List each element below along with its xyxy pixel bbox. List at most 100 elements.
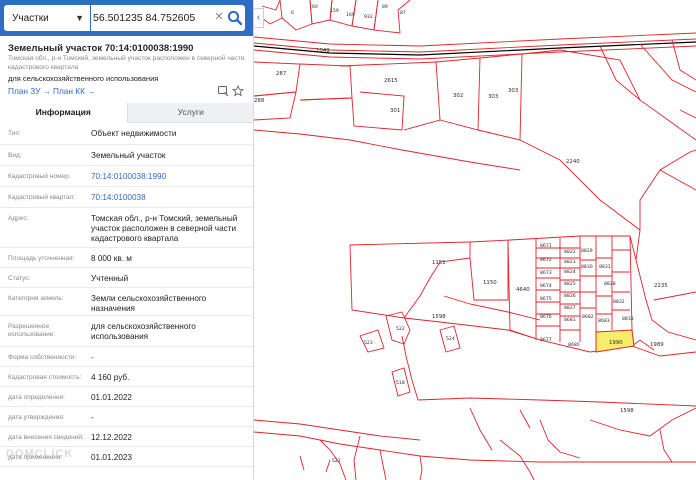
property-row: дата внесения сведений: 12.12.2022 <box>0 427 253 447</box>
map-label: 8826 <box>564 293 576 299</box>
property-label: Кадастровый номер: <box>8 173 71 180</box>
map-label: 303 <box>508 88 518 94</box>
property-label: дата внесения сведений: <box>8 434 84 441</box>
search-input[interactable] <box>93 9 211 27</box>
map-label: 8671 <box>540 243 552 249</box>
property-label: Кадастровый квартал: <box>8 194 76 201</box>
property-label: Адрес: <box>8 215 29 222</box>
search-button[interactable] <box>226 9 244 27</box>
object-address: Томская обл., р-н Томский, земельный уча… <box>8 55 245 71</box>
search-type-label: Участки <box>12 12 49 24</box>
map-label: 8681 <box>564 317 576 323</box>
property-row: Разрешенное использование: для сельскохоз… <box>0 316 253 347</box>
map-label: 8831 <box>599 264 611 270</box>
map-label: 8683 <box>598 318 610 324</box>
property-value-link[interactable]: 70:14:0100038:1990 <box>91 172 249 182</box>
property-row: Статус: Учтенный <box>0 268 253 288</box>
property-value: для сельскохозяйственного использования <box>91 322 196 341</box>
property-label: дата утверждения: <box>8 414 65 421</box>
map-label: 1151 <box>432 260 446 266</box>
map-label: 301 <box>390 108 400 114</box>
tab-info[interactable]: Информация <box>0 103 127 123</box>
print-icon[interactable] <box>217 84 229 97</box>
map-label: 89 <box>382 4 388 10</box>
property-value: Земли сельскохозяйственного назначения <box>91 294 207 313</box>
map-label: 8682 <box>582 314 594 320</box>
map-label: 523 <box>364 340 373 346</box>
map-label: 8676 <box>540 314 552 320</box>
property-value: 4 160 руб. <box>91 373 130 382</box>
map-label: 8674 <box>540 283 552 289</box>
tabs: Информация Услуги <box>0 103 253 123</box>
map-label: 2240 <box>566 159 580 165</box>
map-label: 8832 <box>613 299 625 305</box>
map-label: 169 <box>346 12 355 18</box>
map-label: 521 <box>332 458 341 464</box>
map-label: 2615 <box>384 78 398 84</box>
property-row: Кадастровая стоимость: 4 160 руб. <box>0 367 253 387</box>
map-label: 303 <box>488 94 498 100</box>
map-label: 8677 <box>540 337 552 343</box>
property-value: 8 000 кв. м <box>91 254 132 263</box>
map-label: 8680 <box>568 342 580 348</box>
map-label: 4640 <box>516 287 530 293</box>
property-value: Учтенный <box>91 274 129 283</box>
map-label: 60 <box>312 4 318 10</box>
property-row: Вид: Земельный участок <box>0 145 253 166</box>
road-line-1 <box>254 32 696 47</box>
map-label: 1990 <box>609 340 623 346</box>
map-canvas[interactable]: 1049 287 2615 301 302 303 303 288 2240 1… <box>254 0 696 480</box>
property-row: Категория земель: Земли сельскохозяйствен… <box>0 288 253 316</box>
property-label: Площадь уточненная: <box>8 255 75 262</box>
map-label: 8825 <box>564 281 576 287</box>
map-label: 1049 <box>316 48 330 54</box>
map-label: 518 <box>396 380 405 386</box>
property-label: Статус: <box>8 275 31 282</box>
app-root: Участки ▼ ✕ Земельный участок 70:14:0100… <box>0 0 696 480</box>
chevron-down-icon: ▼ <box>75 13 84 23</box>
property-label: Разрешенное использование: <box>8 323 56 338</box>
map-label: 6 <box>291 10 294 16</box>
clear-icon[interactable]: ✕ <box>213 8 225 26</box>
object-purpose: для сельскохозяйственного использования <box>8 74 159 83</box>
map-label: 87 <box>400 10 406 16</box>
tab-services[interactable]: Услуги <box>126 103 253 123</box>
map-label: 932 <box>364 14 373 20</box>
property-label: Кадастровая стоимость: <box>8 374 82 381</box>
property-value: 01.01.2022 <box>91 393 132 402</box>
collapse-icon[interactable]: ‹ <box>254 8 264 28</box>
property-value: 01.01.2023 <box>91 453 132 462</box>
property-row: дата утверждения: - <box>0 407 253 427</box>
plan-zu-link[interactable]: План ЗУ → <box>8 86 51 96</box>
map-label: 8830 <box>581 264 593 270</box>
map-label: 1598 <box>620 408 634 414</box>
map-label: 2235 <box>654 283 668 289</box>
property-value-link[interactable]: 70:14:0100038 <box>91 193 249 203</box>
map-label: 8833 <box>622 316 634 322</box>
property-value: - <box>91 353 94 362</box>
cadastral-map[interactable]: 1049 287 2615 301 302 303 303 288 2240 1… <box>254 0 696 480</box>
map-label: 1150 <box>483 280 497 286</box>
property-value: Томская обл., р-н Томский, земельный уча… <box>91 214 238 243</box>
search-box: ✕ <box>91 5 245 31</box>
property-value: Земельный участок <box>91 151 166 160</box>
map-label: 1598 <box>432 314 446 320</box>
map-label: 8827 <box>564 305 576 311</box>
map-label: 524 <box>446 336 455 342</box>
search-type-select[interactable]: Участки ▼ <box>4 5 90 31</box>
star-icon[interactable] <box>231 84 245 97</box>
map-label: 8823 <box>564 259 576 265</box>
property-value: - <box>91 413 94 422</box>
plan-kk-link[interactable]: План КК → <box>53 86 96 96</box>
watermark: DOMCLICK <box>6 448 74 460</box>
property-label: Вид: <box>8 152 22 159</box>
map-label: 1989 <box>650 342 664 348</box>
property-row: Тип: Объект недвижимости <box>0 123 253 145</box>
map-label: 8828 <box>604 281 616 287</box>
property-row: Кадастровый номер: 70:14:0100038:1990 <box>0 166 253 187</box>
property-label: Категория земель: <box>8 295 64 302</box>
map-label: 288 <box>254 98 265 104</box>
page-title: Земельный участок 70:14:0100038:1990 <box>8 43 194 54</box>
property-label: Тип: <box>8 130 21 137</box>
property-value: 12.12.2022 <box>91 433 132 442</box>
